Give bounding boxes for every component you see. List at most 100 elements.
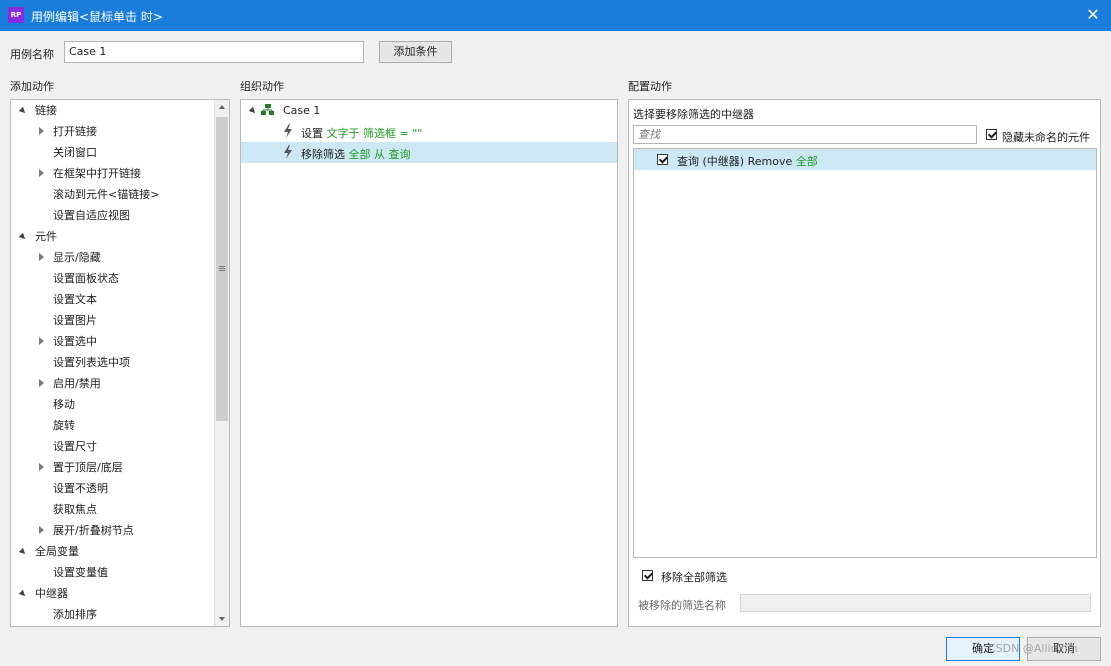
tree-item-label: 设置变量值 bbox=[53, 566, 108, 579]
expand-open-icon[interactable] bbox=[18, 232, 28, 242]
tree-item[interactable]: 中继器 bbox=[11, 583, 214, 604]
tree-item-label: 显示/隐藏 bbox=[53, 251, 101, 264]
tree-item[interactable]: 设置尺寸 bbox=[11, 436, 214, 457]
tree-item-label: 设置选中 bbox=[53, 335, 97, 348]
expand-closed-icon[interactable] bbox=[39, 337, 44, 345]
tree-item-label: 关闭窗口 bbox=[53, 146, 97, 159]
tree-item[interactable]: 链接 bbox=[11, 100, 214, 121]
lightning-icon bbox=[284, 124, 292, 138]
expand-closed-icon[interactable] bbox=[39, 127, 44, 135]
add-action-tree[interactable]: 添加排序 中继器 设置变量值 全局变量 展开/折叠树节点 获取焦点 设置不透明 置于顶层/底层… bbox=[10, 99, 230, 627]
tree-item-label: 设置尺寸 bbox=[53, 440, 97, 453]
hide-unnamed-label: 隐藏未命名的元件 bbox=[1002, 131, 1090, 144]
case-label[interactable]: Case 1 bbox=[283, 104, 320, 117]
lightning-icon bbox=[284, 145, 292, 159]
expand-closed-icon[interactable] bbox=[39, 463, 44, 471]
filter-name-input[interactable] bbox=[740, 594, 1091, 612]
filter-name-label: 被移除的筛选名称 bbox=[638, 599, 726, 612]
hide-unnamed-checkbox[interactable] bbox=[986, 129, 997, 140]
case-name-input[interactable]: Case 1 bbox=[64, 41, 364, 63]
tree-item-label: 置于顶层/底层 bbox=[53, 461, 123, 474]
tree-item-label: 移动 bbox=[53, 398, 75, 411]
expand-open-icon[interactable] bbox=[18, 547, 28, 557]
tree-item[interactable]: 启用/禁用 bbox=[11, 373, 214, 394]
tree-item-label: 元件 bbox=[35, 230, 57, 243]
tree-item[interactable]: 显示/隐藏 bbox=[11, 247, 214, 268]
expand-open-icon[interactable] bbox=[248, 106, 258, 116]
repeater-name: 查询 (中继器) Remove bbox=[677, 155, 793, 168]
tree-item[interactable]: 置于顶层/底层 bbox=[11, 457, 214, 478]
tree-item[interactable]: 移动 bbox=[11, 394, 214, 415]
tree-item[interactable]: 关闭窗口 bbox=[11, 142, 214, 163]
tree-item[interactable]: 旋转 bbox=[11, 415, 214, 436]
scroll-up-icon[interactable] bbox=[219, 105, 225, 109]
action-prefix: 移除筛选 bbox=[301, 148, 345, 161]
tree-item[interactable]: 元件 bbox=[11, 226, 214, 247]
expand-open-icon[interactable] bbox=[18, 106, 28, 116]
tree-item[interactable]: 获取焦点 bbox=[11, 499, 214, 520]
tree-item-label: 在框架中打开链接 bbox=[53, 167, 141, 180]
tree-item[interactable]: 打开链接 bbox=[11, 121, 214, 142]
action-detail: 全部 从 查询 bbox=[348, 148, 411, 161]
action-detail: 文字于 筛选框 = "" bbox=[326, 127, 423, 140]
action-prefix: 设置 bbox=[301, 127, 323, 140]
tree-item-label: 添加排序 bbox=[53, 608, 97, 621]
list-item[interactable]: 查询 (中继器) Remove 全部 bbox=[634, 149, 1096, 170]
tree-item-label: 获取焦点 bbox=[53, 503, 97, 516]
tree-item-label: 设置文本 bbox=[53, 293, 97, 306]
expand-closed-icon[interactable] bbox=[39, 169, 44, 177]
tree-item-label: 中继器 bbox=[35, 587, 68, 600]
tree-item[interactable]: 设置变量值 bbox=[11, 562, 214, 583]
tree-item[interactable]: 设置面板状态 bbox=[11, 268, 214, 289]
tree-item-label: 设置自适应视图 bbox=[53, 209, 130, 222]
tree-item[interactable]: 设置文本 bbox=[11, 289, 214, 310]
tree-item-label: 设置图片 bbox=[53, 314, 97, 327]
repeater-detail: 全部 bbox=[795, 155, 818, 168]
tree-item[interactable]: 全局变量 bbox=[11, 541, 214, 562]
organize-action-tree[interactable]: Case 1 设置 文字于 筛选框 = "" 移除筛选 全部 从 查询 bbox=[240, 99, 618, 627]
tree-item-label: 链接 bbox=[35, 104, 57, 117]
case-tree-icon bbox=[261, 104, 274, 115]
tree-item[interactable]: 展开/折叠树节点 bbox=[11, 520, 214, 541]
tree-item-label: 设置列表选中项 bbox=[53, 356, 130, 369]
scroll-down-icon[interactable] bbox=[219, 617, 225, 621]
tree-scrollbar[interactable] bbox=[214, 100, 229, 626]
action-row-selected[interactable]: 移除筛选 全部 从 查询 bbox=[241, 142, 617, 163]
tree-item-label: 旋转 bbox=[53, 419, 75, 432]
add-condition-button[interactable]: 添加条件 bbox=[379, 41, 452, 63]
app-logo-icon: RP bbox=[8, 7, 24, 23]
tree-item[interactable]: 设置不透明 bbox=[11, 478, 214, 499]
scroll-thumb[interactable] bbox=[216, 117, 228, 421]
watermark: CSDN @Allin2lin bbox=[988, 642, 1078, 655]
tree-item[interactable]: 设置自适应视图 bbox=[11, 205, 214, 226]
tree-item[interactable]: 设置选中 bbox=[11, 331, 214, 352]
configure-action-panel: 选择要移除筛选的中继器 隐藏未命名的元件 查询 (中继器) Remove 全部 … bbox=[628, 99, 1101, 627]
tree-item[interactable]: 设置图片 bbox=[11, 310, 214, 331]
search-input[interactable] bbox=[633, 125, 977, 144]
remove-all-checkbox[interactable] bbox=[642, 570, 653, 581]
expand-closed-icon[interactable] bbox=[39, 253, 44, 261]
title-bar: RP 用例编辑<鼠标单击 时> ✕ bbox=[0, 0, 1111, 31]
tree-item-label: 滚动到元件<锚链接> bbox=[53, 188, 160, 201]
repeater-list: 查询 (中继器) Remove 全部 bbox=[633, 148, 1097, 558]
tree-item-label: 设置不透明 bbox=[53, 482, 108, 495]
tree-item[interactable]: 滚动到元件<锚链接> bbox=[11, 184, 214, 205]
tree-item-label: 打开链接 bbox=[53, 125, 97, 138]
configure-heading: 选择要移除筛选的中继器 bbox=[633, 108, 754, 121]
tree-item[interactable]: 添加排序 bbox=[11, 604, 214, 625]
action-row[interactable]: 设置 文字于 筛选框 = "" bbox=[241, 121, 617, 142]
add-action-title: 添加动作 bbox=[10, 80, 54, 93]
tree-item-label: 展开/折叠树节点 bbox=[53, 524, 134, 537]
tree-item-label: 启用/禁用 bbox=[53, 377, 101, 390]
expand-closed-icon[interactable] bbox=[39, 526, 44, 534]
tree-item-label: 全局变量 bbox=[35, 545, 79, 558]
configure-action-title: 配置动作 bbox=[628, 80, 672, 93]
tree-item-label: 设置面板状态 bbox=[53, 272, 119, 285]
window-title: 用例编辑<鼠标单击 时> bbox=[31, 10, 163, 24]
repeater-checkbox[interactable] bbox=[657, 154, 668, 165]
close-icon[interactable]: ✕ bbox=[1083, 5, 1103, 25]
tree-item[interactable]: 设置列表选中项 bbox=[11, 352, 214, 373]
expand-closed-icon[interactable] bbox=[39, 379, 44, 387]
tree-item[interactable]: 在框架中打开链接 bbox=[11, 163, 214, 184]
expand-open-icon[interactable] bbox=[18, 589, 28, 599]
